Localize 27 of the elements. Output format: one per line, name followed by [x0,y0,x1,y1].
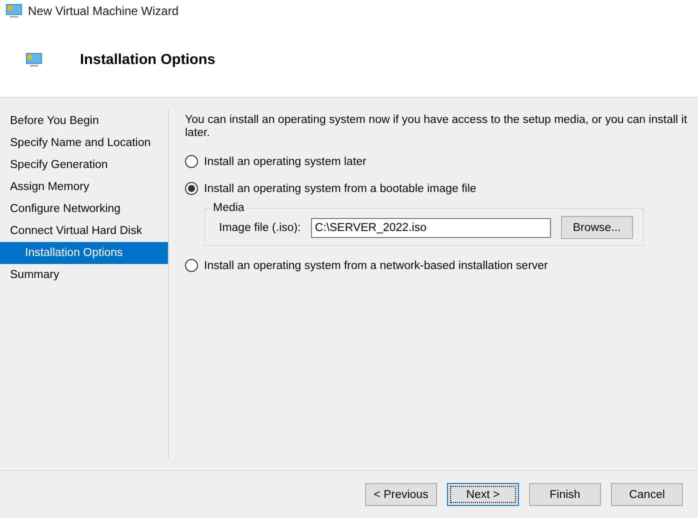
wizard-step[interactable]: Assign Memory [0,176,168,198]
window-title: New Virtual Machine Wizard [28,4,178,18]
intro-text: You can install an operating system now if you have access to the setup media, or you can install it later. [185,114,688,140]
wizard-step[interactable]: Installation Options [0,242,168,264]
field-label: Image file (.iso): [219,222,301,234]
browse-button[interactable]: Browse... [560,216,633,239]
wizard-step[interactable]: Before You Begin [0,110,168,132]
radio-label: Install an operating system from a bootable image file [204,182,476,194]
wizard-step[interactable]: Specify Name and Location [0,132,168,154]
radio-label: Install an operating system from a network-based installation server [204,260,548,272]
virtual-machine-icon [6,4,22,18]
wizard-step[interactable]: Specify Generation [0,154,168,176]
virtual-machine-icon [26,52,42,66]
wizard-step[interactable]: Summary [0,264,168,286]
radio-button[interactable] [185,259,198,272]
radio-button[interactable] [185,182,198,195]
image-file-field[interactable]: C:\SERVER_2022.iso [310,218,551,238]
radio-button[interactable] [185,155,198,168]
wizard-step[interactable]: Configure Networking [0,198,168,220]
group-label: Media [212,202,246,214]
wizard-button[interactable]: Next > [447,483,519,506]
page-title: Installation Options [80,52,216,68]
radio-label: Install an operating system later [204,156,366,168]
wizard-button[interactable]: Cancel [611,483,683,506]
wizard-step[interactable]: Connect Virtual Hard Disk [0,220,168,242]
wizard-button[interactable]: Finish [529,483,601,506]
wizard-button[interactable]: < Previous [365,483,437,506]
